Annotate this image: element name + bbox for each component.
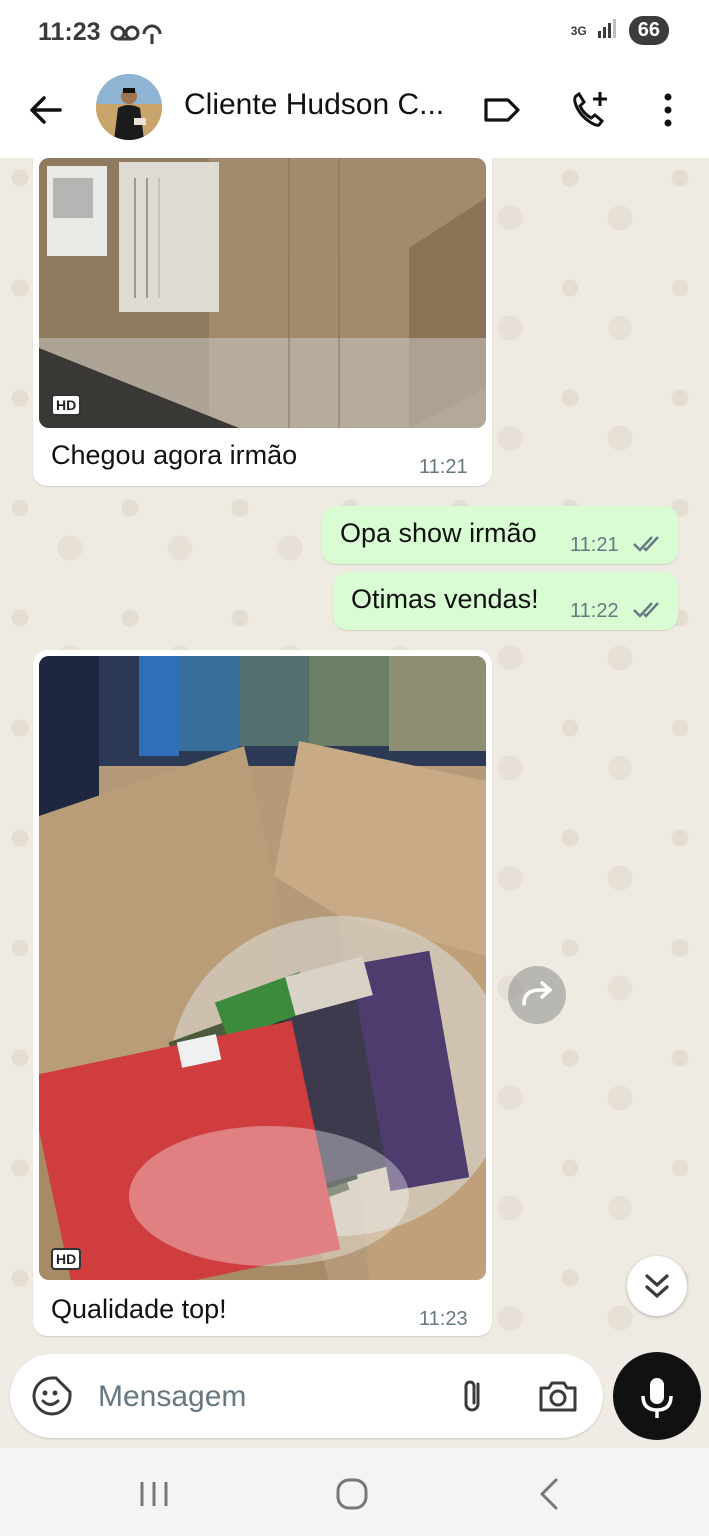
- double-chevron-down-icon: [645, 1274, 669, 1299]
- message-caption: Qualidade top!: [51, 1294, 227, 1324]
- forward-icon: [522, 981, 552, 1006]
- message-outgoing-text[interactable]: Otimas vendas! 11:22: [333, 572, 678, 630]
- recent-apps-icon[interactable]: [130, 1472, 178, 1516]
- chat-header: Cliente Hudson C...: [0, 68, 709, 159]
- microphone-icon: [641, 1378, 673, 1418]
- read-receipt-icon: [632, 600, 666, 620]
- signal-icon: [597, 17, 619, 44]
- message-time: 11:21: [570, 534, 619, 556]
- message-photo-clothes[interactable]: HD: [39, 656, 486, 1280]
- message-caption: Chegou agora irmão: [51, 440, 298, 470]
- status-indicators: 3G 66: [571, 16, 669, 45]
- contact-avatar[interactable]: [96, 74, 162, 140]
- message-time: 11:23: [419, 1308, 468, 1330]
- message-time: 11:21: [419, 456, 468, 478]
- battery-level: 66: [628, 16, 669, 45]
- message-text: Opa show irmão: [340, 518, 537, 548]
- read-receipt-icon: [632, 534, 666, 554]
- back-nav-icon[interactable]: [528, 1472, 572, 1516]
- status-time: 11:23: [38, 18, 101, 46]
- message-input[interactable]: [96, 1374, 420, 1420]
- contact-name[interactable]: Cliente Hudson C...: [184, 88, 454, 122]
- add-call-icon[interactable]: [568, 88, 612, 132]
- label-icon[interactable]: [480, 88, 524, 132]
- home-icon[interactable]: [330, 1472, 374, 1516]
- hd-badge: HD: [51, 1248, 82, 1270]
- system-navigation-bar: [0, 1448, 709, 1536]
- message-time: 11:22: [570, 600, 619, 622]
- message-photo-box[interactable]: HD: [39, 158, 486, 428]
- message-incoming-image[interactable]: HD Chegou agora irmão 11:21: [33, 158, 492, 486]
- network-type: 3G: [570, 23, 587, 38]
- hd-badge: HD: [51, 394, 82, 416]
- back-arrow-icon[interactable]: [24, 88, 68, 132]
- voicemail-icon: [110, 20, 162, 52]
- message-outgoing-text[interactable]: Opa show irmão 11:21: [322, 506, 678, 564]
- attach-icon[interactable]: [450, 1374, 494, 1418]
- message-incoming-image[interactable]: HD Qualidade top! 11:23: [33, 650, 492, 1336]
- message-text: Otimas vendas!: [351, 584, 539, 614]
- status-bar: 11:23 3G 66: [0, 0, 709, 68]
- message-composer: [10, 1354, 603, 1438]
- voice-message-button[interactable]: [613, 1352, 701, 1440]
- chat-area[interactable]: HD Chegou agora irmão 11:21 Opa show irm…: [0, 158, 709, 1350]
- more-options-icon[interactable]: [646, 88, 690, 132]
- emoji-sticker-icon[interactable]: [30, 1374, 74, 1418]
- scroll-to-bottom-button[interactable]: [627, 1256, 687, 1316]
- camera-icon[interactable]: [536, 1374, 580, 1418]
- forward-button[interactable]: [508, 966, 566, 1024]
